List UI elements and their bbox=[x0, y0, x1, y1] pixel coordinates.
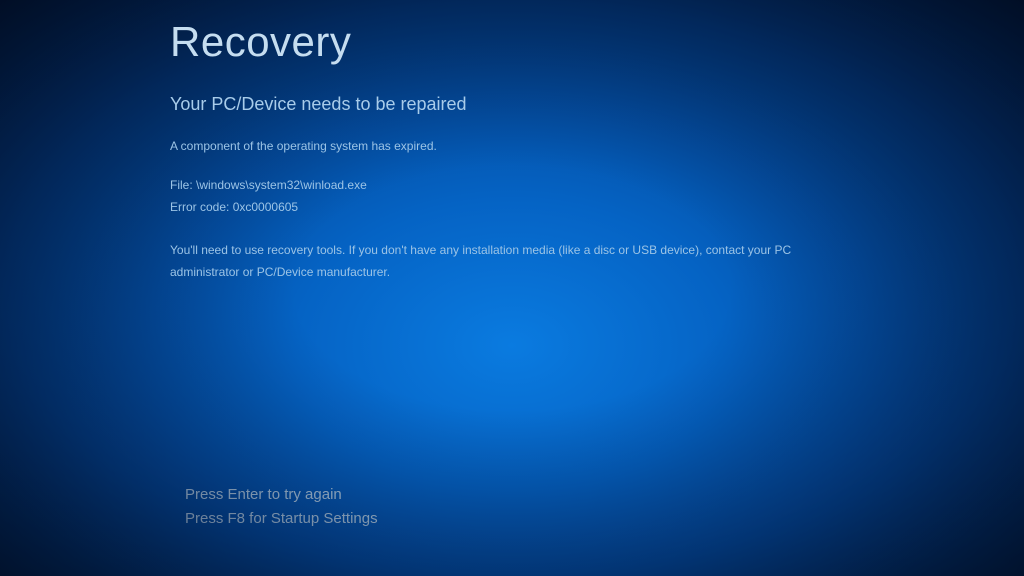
f8-option: Press F8 for Startup Settings bbox=[185, 507, 378, 531]
error-label: Error code: bbox=[170, 200, 229, 214]
recovery-instructions: You'll need to use recovery tools. If yo… bbox=[170, 240, 854, 283]
recovery-subtitle: Your PC/Device needs to be repaired bbox=[170, 94, 854, 115]
key-options-section: Press Enter to try again Press F8 for St… bbox=[185, 483, 378, 531]
error-code: 0xc0000605 bbox=[233, 200, 298, 214]
recovery-description: A component of the operating system has … bbox=[170, 137, 854, 155]
recovery-title: Recovery bbox=[170, 18, 854, 66]
file-path-line: File: \windows\system32\winload.exe bbox=[170, 175, 854, 197]
file-path: \windows\system32\winload.exe bbox=[196, 178, 367, 192]
file-label: File: bbox=[170, 178, 193, 192]
enter-option: Press Enter to try again bbox=[185, 483, 378, 507]
error-code-line: Error code: 0xc0000605 bbox=[170, 197, 854, 219]
